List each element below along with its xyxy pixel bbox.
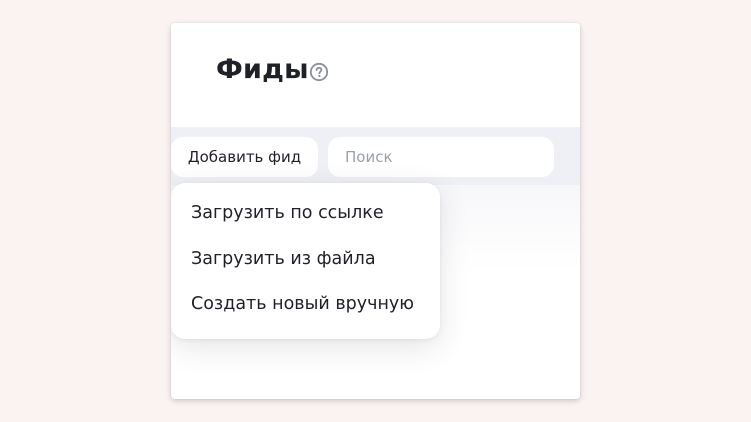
add-feed-button[interactable]: Добавить фид	[171, 137, 318, 177]
add-feed-dropdown: Загрузить по ссылке Загрузить из файла С…	[171, 183, 440, 339]
menu-item-upload-by-link[interactable]: Загрузить по ссылке	[191, 203, 384, 223]
panel-header: Фиды	[171, 23, 580, 127]
search-input[interactable]	[328, 137, 554, 177]
menu-item-create-manually[interactable]: Создать новый вручную	[191, 294, 414, 314]
menu-item-upload-from-file[interactable]: Загрузить из файла	[191, 249, 376, 269]
question-circle-icon[interactable]	[309, 62, 329, 82]
page-title: Фиды	[216, 54, 309, 85]
feeds-panel: Фиды Добавить фид Загрузить по ссылке За…	[171, 23, 580, 399]
